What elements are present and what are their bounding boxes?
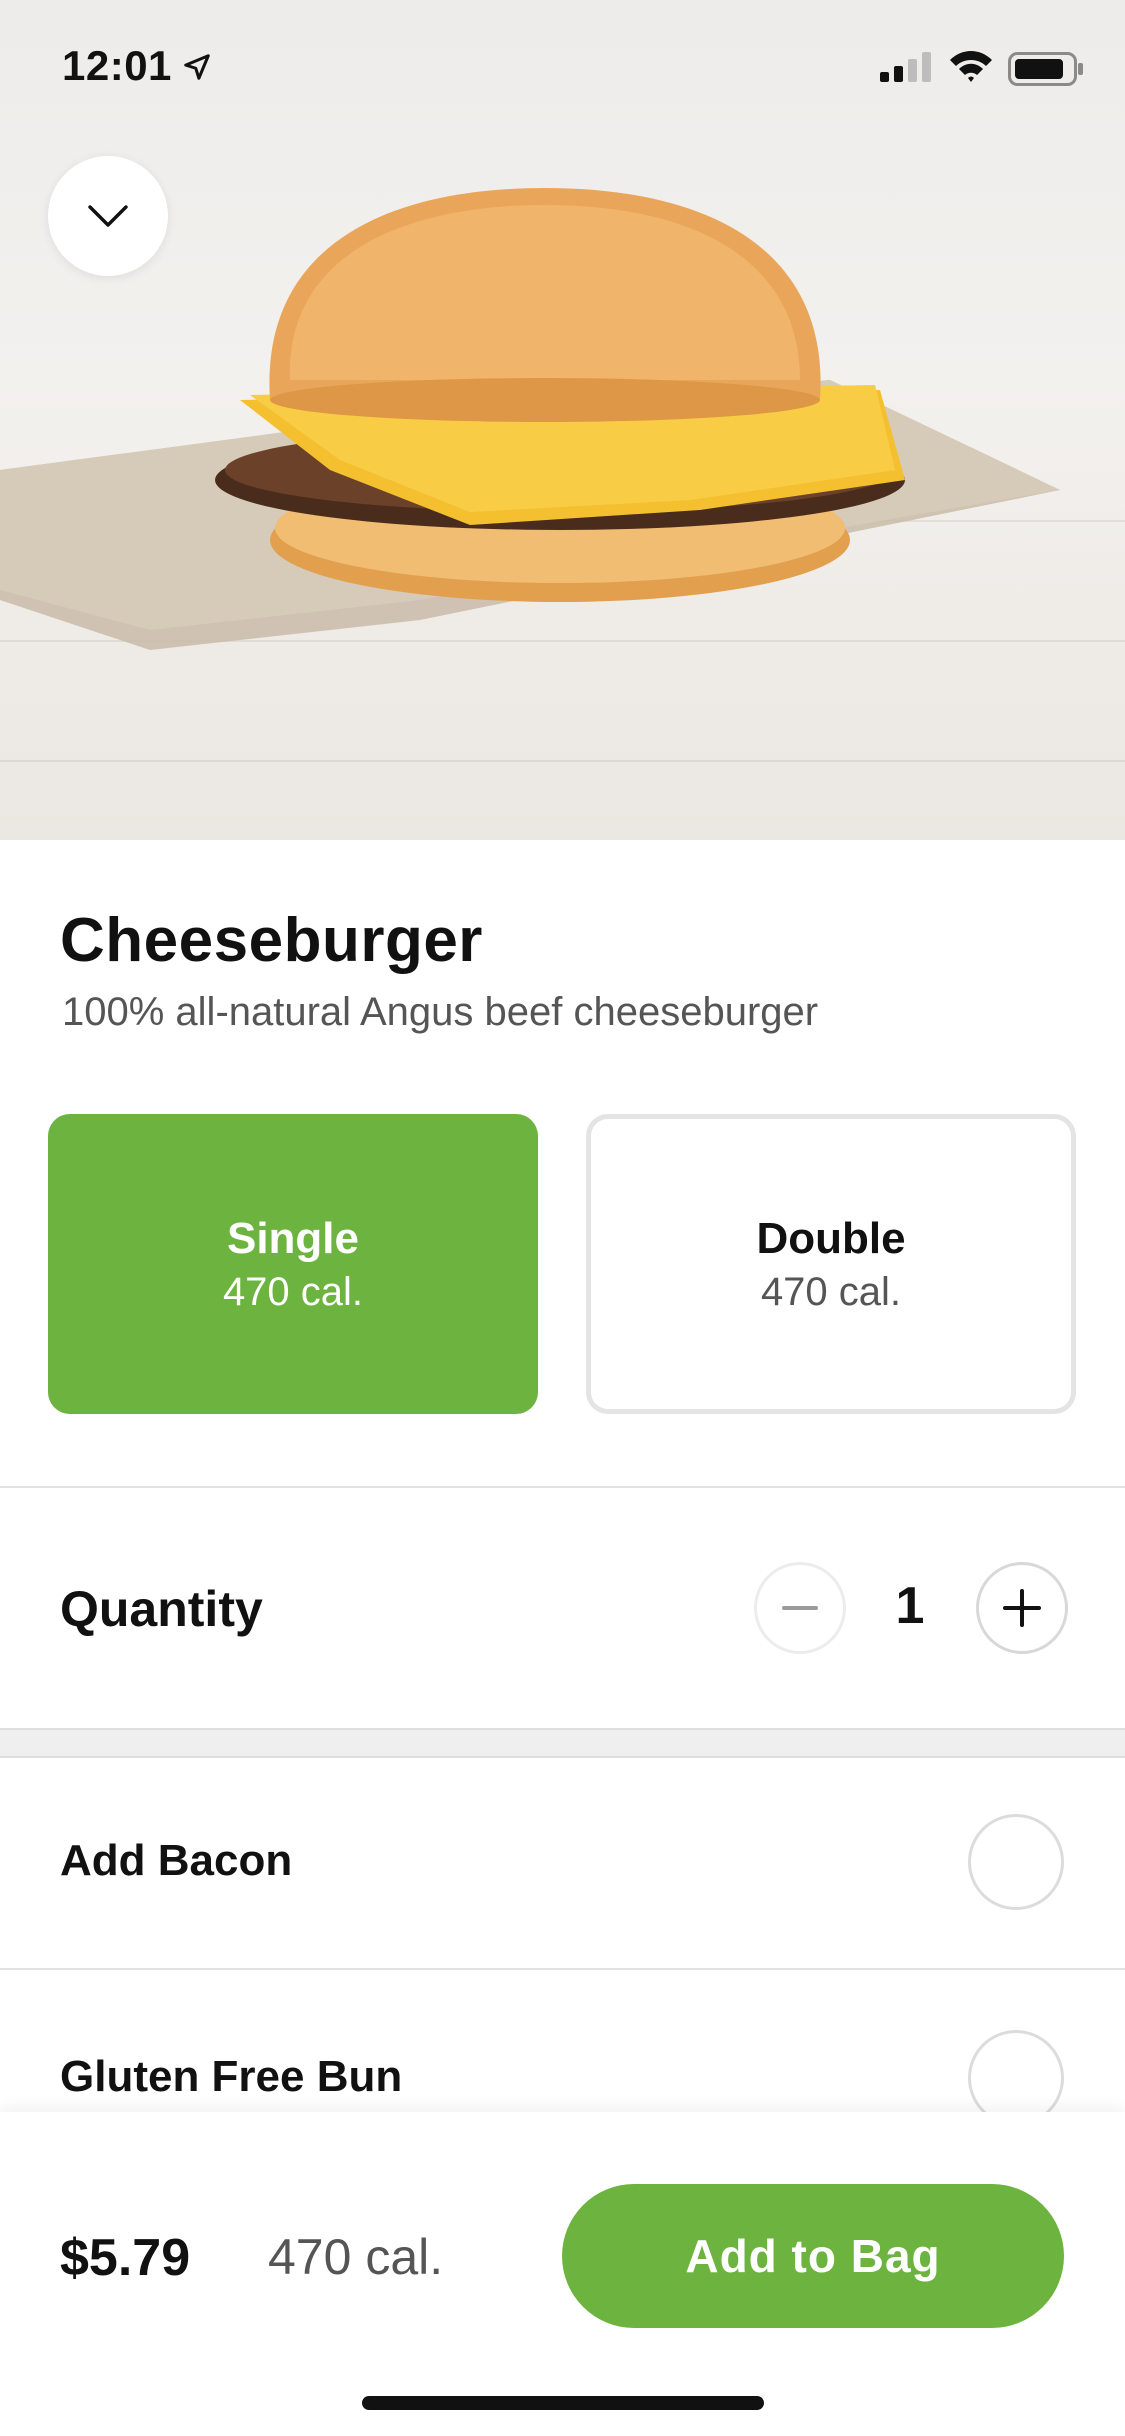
row-divider <box>0 1968 1125 1970</box>
size-option-double[interactable]: Double 470 cal. <box>586 1114 1076 1414</box>
collapse-button[interactable] <box>48 156 168 276</box>
quantity-label: Quantity <box>60 1581 263 1637</box>
addon-label-gluten-free-bun: Gluten Free Bun <box>60 2052 403 2101</box>
location-arrow-icon <box>184 54 210 80</box>
product-title: Cheeseburger <box>60 906 483 975</box>
plus-icon <box>1003 1589 1041 1627</box>
battery-icon <box>1008 52 1083 86</box>
chevron-down-icon <box>88 205 128 227</box>
quantity-decrement-button[interactable] <box>754 1562 846 1654</box>
footer-calories: 470 cal. <box>268 2229 444 2285</box>
section-divider <box>0 1486 1125 1488</box>
wifi-icon <box>950 51 992 82</box>
status-time: 12:01 <box>62 42 172 89</box>
size-option-single[interactable]: Single 470 cal. <box>48 1114 538 1414</box>
size-option-calories: 470 cal. <box>760 1269 902 1314</box>
minus-icon <box>782 1606 818 1610</box>
quantity-value: 1 <box>895 1577 925 1635</box>
size-option-label: Double <box>756 1213 906 1263</box>
section-separator <box>0 1728 1125 1758</box>
quantity-increment-button[interactable] <box>976 1562 1068 1654</box>
addon-checkbox-add-bacon[interactable] <box>968 1814 1064 1910</box>
product-description: 100% all-natural Angus beef cheeseburger <box>62 990 819 1034</box>
cellular-signal-icon <box>880 52 931 82</box>
size-option-label: Single <box>226 1213 360 1263</box>
size-option-calories: 470 cal. <box>222 1269 364 1314</box>
addon-label-add-bacon: Add Bacon <box>60 1836 293 1885</box>
home-indicator[interactable] <box>362 2396 764 2410</box>
add-to-bag-button[interactable]: Add to Bag <box>562 2184 1064 2328</box>
status-bar: 12:01 <box>0 0 1125 140</box>
footer-price: $5.79 <box>60 2229 191 2287</box>
